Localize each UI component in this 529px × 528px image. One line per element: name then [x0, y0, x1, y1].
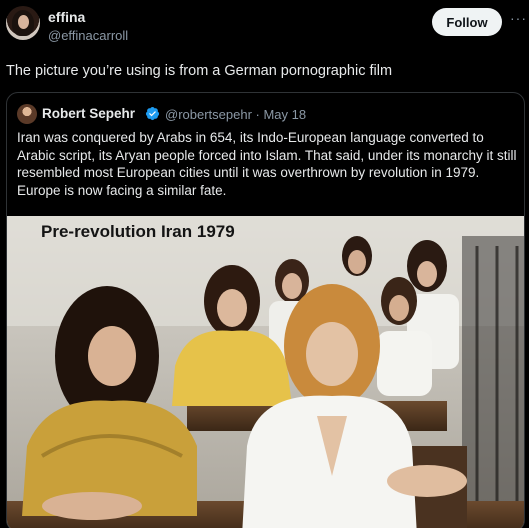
follow-button[interactable]: Follow: [432, 8, 502, 36]
quoted-author-name[interactable]: Robert Sepehr: [42, 106, 135, 121]
image-caption: Pre-revolution Iran 1979: [41, 222, 235, 241]
post-header: effina @effinacarroll Follow ···: [0, 0, 529, 52]
post-text: The picture you’re using is from a Germa…: [6, 63, 393, 79]
avatar[interactable]: [6, 6, 40, 40]
verified-badge-icon: [145, 106, 160, 121]
quoted-image[interactable]: Pre-revolution Iran 1979: [7, 216, 524, 528]
quoted-text: Iran was conquered by Arabs in 654, its …: [17, 130, 517, 198]
quoted-avatar[interactable]: [17, 104, 37, 124]
more-options-icon[interactable]: ···: [510, 10, 526, 26]
classroom-photo: [7, 216, 524, 528]
author-name[interactable]: effina: [48, 9, 85, 25]
quoted-author-handle[interactable]: @robertsepehr · May 18: [165, 107, 306, 122]
avatar-face: [18, 15, 29, 29]
author-handle[interactable]: @effinacarroll: [48, 28, 128, 43]
quoted-post[interactable]: Robert Sepehr @robertsepehr · May 18 Ira…: [6, 92, 525, 528]
